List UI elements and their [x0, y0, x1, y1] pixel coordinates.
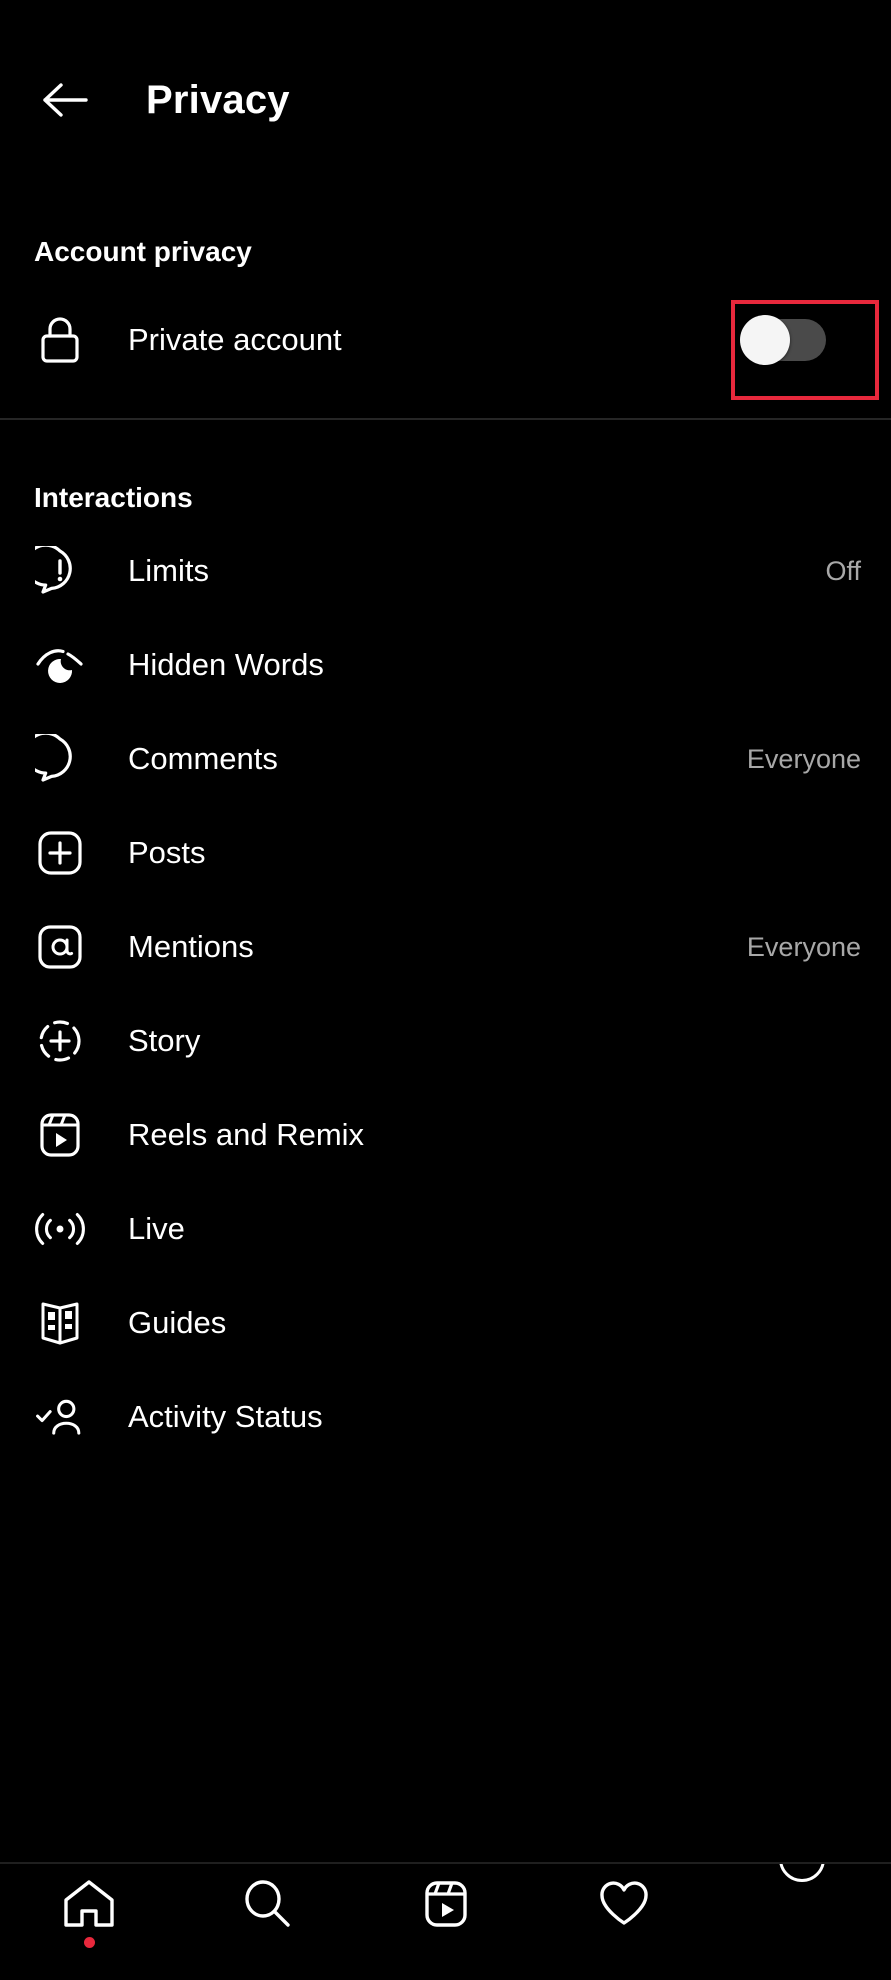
limits-icon [34, 545, 86, 597]
interactions-section-title: Interactions [34, 482, 193, 513]
avatar [778, 1864, 825, 1882]
story-plus-icon [34, 1015, 86, 1067]
private-account-toggle-wrap [713, 290, 879, 400]
profile-avatar-icon [772, 1864, 832, 1882]
private-account-toggle[interactable] [740, 315, 826, 365]
back-button[interactable] [34, 69, 96, 131]
item-label: Mentions [128, 929, 254, 964]
account-privacy-section-title: Account privacy [34, 236, 252, 267]
nav-reels[interactable] [356, 1878, 534, 1978]
interactions-item-limits[interactable]: Limits Off [0, 524, 891, 618]
search-icon [241, 1878, 293, 1930]
item-label: Live [128, 1211, 185, 1246]
privacy-settings-screen: Privacy Account privacy Private account … [0, 0, 891, 1980]
nav-activity[interactable] [535, 1878, 713, 1978]
item-label: Guides [128, 1305, 227, 1340]
item-label: Comments [128, 741, 278, 776]
plus-square-icon [34, 827, 86, 879]
home-icon [62, 1878, 116, 1930]
private-account-label: Private account [128, 322, 342, 357]
nav-profile[interactable] [713, 1864, 891, 1978]
bottom-navigation-bar [0, 1862, 891, 1980]
reels-icon [34, 1109, 86, 1161]
header: Privacy [0, 0, 891, 200]
interactions-item-story[interactable]: Story [0, 994, 891, 1088]
comment-bubble-icon [34, 733, 86, 785]
mention-at-icon [34, 921, 86, 973]
interactions-item-reels-and-remix[interactable]: Reels and Remix [0, 1088, 891, 1182]
interactions-list: Limits Off Hidden Words Comments Everyon… [0, 524, 891, 1464]
item-label: Activity Status [128, 1399, 323, 1434]
page-title: Privacy [146, 77, 290, 122]
item-label: Limits [128, 553, 209, 588]
activity-status-icon [34, 1391, 86, 1443]
nav-home[interactable] [0, 1878, 178, 1978]
interactions-item-hidden-words[interactable]: Hidden Words [0, 618, 891, 712]
item-value: Off [825, 555, 861, 586]
section-divider [0, 418, 891, 420]
interactions-item-activity-status[interactable]: Activity Status [0, 1370, 891, 1464]
guides-book-icon [34, 1297, 86, 1349]
item-value: Everyone [746, 931, 861, 962]
item-label: Story [128, 1023, 201, 1058]
toggle-knob [740, 315, 790, 365]
interactions-item-comments[interactable]: Comments Everyone [0, 712, 891, 806]
live-broadcast-icon [34, 1203, 86, 1255]
reels-icon [422, 1878, 470, 1930]
item-label: Hidden Words [128, 647, 324, 682]
item-label: Posts [128, 835, 206, 870]
interactions-item-live[interactable]: Live [0, 1182, 891, 1276]
nav-search[interactable] [178, 1878, 356, 1978]
interactions-item-mentions[interactable]: Mentions Everyone [0, 900, 891, 994]
lock-icon [34, 314, 86, 366]
arrow-left-icon [42, 80, 88, 120]
private-account-row[interactable]: Private account [0, 290, 891, 400]
hidden-words-icon [34, 639, 86, 691]
home-badge-dot [83, 1937, 95, 1948]
interactions-item-guides[interactable]: Guides [0, 1276, 891, 1370]
interactions-item-posts[interactable]: Posts [0, 806, 891, 900]
item-label: Reels and Remix [128, 1117, 365, 1152]
item-value: Everyone [746, 743, 861, 774]
heart-icon [597, 1878, 651, 1928]
